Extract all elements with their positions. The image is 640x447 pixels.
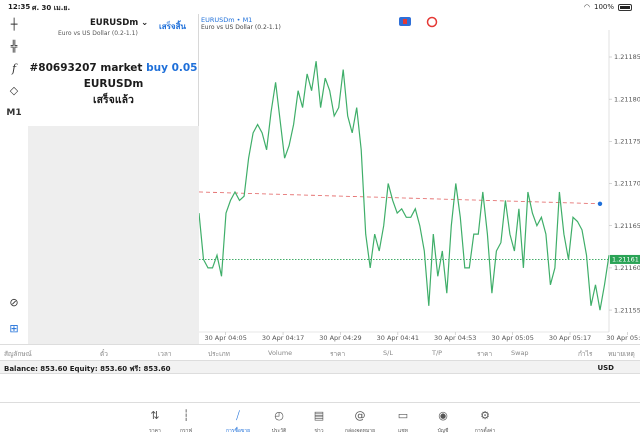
chevron-down-icon: ⌄ bbox=[141, 18, 149, 28]
order-result-panel: EURUSDm ⌄ Euro vs US Dollar (0.2-1.1) เส… bbox=[28, 14, 199, 344]
nav-item-2[interactable]: ⧸ การซื้อขาย bbox=[218, 409, 258, 435]
function-icon[interactable]: f bbox=[4, 60, 24, 78]
price-series-line bbox=[199, 61, 610, 311]
status-time: 12:35 bbox=[8, 3, 31, 11]
y-tick-label: 1.21165 bbox=[614, 222, 640, 230]
x-tick-label: 30 Apr 05:17 bbox=[549, 334, 591, 342]
status-date: ศ. 30 เม.ย. bbox=[32, 4, 71, 12]
y-tick-label: 1.21175 bbox=[614, 138, 640, 146]
crosshair-icon[interactable]: ┼ bbox=[4, 16, 24, 34]
x-tick-label: 30 Apr 04:29 bbox=[319, 334, 361, 342]
col-profit[interactable]: กำไร bbox=[578, 349, 592, 359]
x-tick-label: 30 Apr 04:53 bbox=[434, 334, 476, 342]
nav-item-6[interactable]: ▭ แชท bbox=[383, 409, 423, 435]
bid-price-label: 1.21161 bbox=[612, 256, 639, 264]
timeframe-button[interactable]: M1 bbox=[4, 104, 24, 122]
order-message: #80693207 market buy 0.05 EURUSDm เสร็จแ… bbox=[28, 60, 199, 108]
balance-bar: Balance: 853.60 Equity: 853.60 ฟรี: 853.… bbox=[0, 360, 640, 374]
col-volume[interactable]: Volume bbox=[268, 349, 292, 357]
trade-icon: ⧸ bbox=[236, 409, 240, 422]
news-icon: ▤ bbox=[313, 409, 325, 422]
col-type[interactable]: ประเภท bbox=[208, 349, 230, 359]
nav-label: กล่องจดหมาย bbox=[344, 428, 376, 434]
signal-icon[interactable] bbox=[426, 16, 438, 28]
col-swap[interactable]: Swap bbox=[511, 349, 529, 357]
chart-canvas[interactable]: 1.21185 1.21180 1.21175 1.21170 1.21165 1.211… bbox=[199, 14, 640, 344]
nav-label: กราฟ bbox=[179, 428, 193, 434]
battery-percent: 100% bbox=[593, 3, 614, 11]
col-time[interactable]: เวลา bbox=[158, 349, 172, 359]
nav-label: ข่าว bbox=[314, 428, 324, 434]
zoom-icon[interactable]: ⊘ bbox=[4, 294, 24, 312]
nav-item-7[interactable]: ◉ บัญชี bbox=[423, 409, 463, 435]
one-click-trading-mark bbox=[403, 19, 407, 24]
settings-icon: ⚙ bbox=[480, 409, 490, 422]
order-number: #80693207 market bbox=[29, 62, 143, 74]
col-current-price[interactable]: ราคา bbox=[477, 349, 492, 359]
price-chart[interactable]: EURUSDm • M1 Euro vs US Dollar (0.2-1.1)… bbox=[199, 14, 640, 344]
history-icon: ◴ bbox=[274, 409, 284, 422]
balance-currency: USD bbox=[597, 364, 614, 372]
order-marker[interactable] bbox=[597, 201, 603, 206]
candles-icon: ┆ bbox=[182, 409, 190, 422]
col-price[interactable]: ราคา bbox=[330, 349, 345, 359]
battery-icon bbox=[618, 3, 632, 11]
status-right: ◠ 100% bbox=[584, 3, 632, 11]
x-tick-label: 30 Apr 04:41 bbox=[377, 334, 419, 342]
nav-label: การตั้งค่า bbox=[474, 428, 496, 434]
col-tp[interactable]: T/P bbox=[432, 349, 442, 357]
x-tick-label: 30 Apr 04:17 bbox=[262, 334, 304, 342]
x-tick-label: 30 Apr 05:05 bbox=[491, 334, 533, 342]
time-axis: 30 Apr 04:05 30 Apr 04:17 30 Apr 04:29 30 A… bbox=[204, 332, 640, 342]
bottom-nav: ⇅ ราคา ┆ กราฟ ⧸ การซื้อขาย ◴ ประวัติ ▤ ข่าว @ กล่อง… bbox=[0, 402, 640, 447]
objects-icon[interactable]: ◇ bbox=[4, 82, 24, 100]
wifi-icon: ◠ bbox=[583, 3, 590, 11]
col-symbol[interactable]: สัญลักษณ์ bbox=[4, 349, 32, 359]
price-axis: 1.21185 1.21180 1.21175 1.21170 1.21165 1.211… bbox=[609, 53, 640, 314]
x-tick-label: 30 Apr 05:29 bbox=[606, 334, 640, 342]
add-icon[interactable]: ⊞ bbox=[4, 320, 24, 338]
panel-symbol: EURUSDm bbox=[90, 18, 139, 28]
account-icon: ◉ bbox=[438, 409, 448, 422]
nav-item-8[interactable]: ⚙ การตั้งค่า bbox=[465, 409, 505, 435]
done-button[interactable]: เสร็จสิ้น bbox=[159, 20, 186, 33]
order-symbol: EURUSDm bbox=[83, 78, 144, 90]
trade-columns-header: สัญลักษณ์ ตั๋ว เวลา ประเภท Volume ราคา S… bbox=[0, 344, 640, 360]
nav-label: การซื้อขาย bbox=[225, 428, 251, 434]
col-sl[interactable]: S/L bbox=[383, 349, 393, 357]
y-tick-label: 1.21160 bbox=[614, 264, 640, 272]
order-status: เสร็จแล้ว bbox=[93, 94, 134, 106]
nav-item-5[interactable]: @ กล่องจดหมาย bbox=[340, 409, 380, 435]
indicators-icon[interactable]: ╬ bbox=[4, 38, 24, 56]
col-comment[interactable]: หมายเหตุ bbox=[608, 349, 635, 359]
panel-blank-area bbox=[28, 126, 199, 344]
panel-symbol-selector[interactable]: EURUSDm ⌄ bbox=[90, 18, 148, 28]
chat-icon: ▭ bbox=[397, 409, 409, 422]
y-tick-label: 1.21185 bbox=[614, 53, 640, 61]
y-tick-label: 1.21180 bbox=[614, 95, 640, 103]
nav-item-4[interactable]: ▤ ข่าว bbox=[299, 409, 339, 435]
order-line[interactable] bbox=[199, 191, 602, 205]
col-ticket[interactable]: ตั๋ว bbox=[100, 349, 108, 359]
mailbox-icon: @ bbox=[354, 409, 366, 422]
nav-label: บัญชี bbox=[437, 428, 449, 434]
nav-item-3[interactable]: ◴ ประวัติ bbox=[259, 409, 299, 435]
order-side: buy 0.05 bbox=[146, 62, 198, 74]
panel-symbol-description: Euro vs US Dollar (0.2-1.1) bbox=[58, 30, 138, 37]
y-tick-label: 1.21155 bbox=[614, 306, 640, 314]
chart-toolbar: ┼ ╬ f ◇ M1 ⊘ ⊞ bbox=[0, 14, 28, 344]
balance-text: Balance: 853.60 Equity: 853.60 ฟรี: 853.… bbox=[4, 365, 171, 373]
nav-label: แชท bbox=[398, 428, 408, 434]
nav-item-1[interactable]: ┆ กราฟ bbox=[166, 409, 206, 435]
status-bar: 12:35 ศ. 30 เม.ย. ◠ 100% bbox=[0, 0, 640, 14]
nav-label: ประวัติ bbox=[271, 428, 287, 434]
y-tick-label: 1.21170 bbox=[614, 180, 640, 188]
x-tick-label: 30 Apr 04:05 bbox=[204, 334, 246, 342]
